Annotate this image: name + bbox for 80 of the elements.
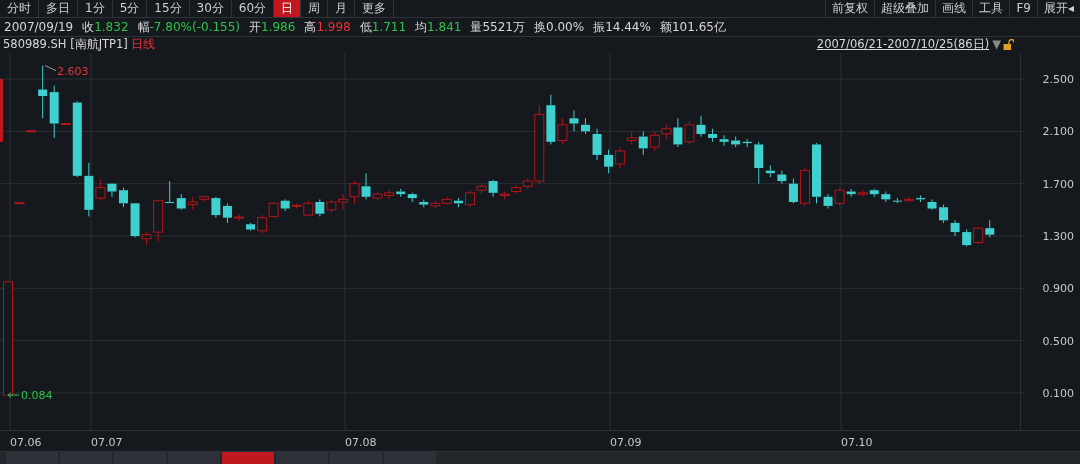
candle (222, 202, 232, 224)
quote-item: 量5521万 (470, 19, 525, 36)
candle (176, 193, 186, 211)
candle (0, 79, 3, 142)
candle (26, 129, 37, 134)
candle (927, 198, 937, 211)
candle (939, 204, 949, 224)
quote-item: 换0.00% (534, 19, 585, 36)
candle (396, 188, 406, 198)
date-range-link[interactable]: 2007/06/21-2007/10/25(86日) (816, 36, 990, 54)
y-axis-label: 2.100 (1042, 125, 1074, 139)
quote-date: 2007/09/19 (4, 19, 74, 36)
quote-item: 均1.841 (415, 19, 462, 36)
candle (384, 189, 395, 200)
dropdown-icon[interactable]: ▼ (992, 36, 1001, 54)
candle (731, 136, 741, 148)
candle (14, 201, 25, 205)
x-axis-label: 07.09 (610, 435, 642, 451)
candle (857, 189, 868, 198)
quote-item: 幅-7.80%(-0.155) (137, 19, 241, 36)
stock-symbol: 580989.SH [南航JTP1] (3, 36, 128, 54)
candle (812, 142, 821, 204)
candle (569, 109, 579, 132)
bottom-tab[interactable] (6, 452, 58, 464)
candle (407, 192, 417, 203)
candle (268, 201, 279, 219)
quote-item: 振14.44% (593, 19, 651, 36)
y-axis-label: 0.100 (1042, 387, 1074, 400)
candle (696, 115, 706, 138)
y-axis-label: 1.300 (1042, 230, 1074, 243)
candle (349, 180, 360, 204)
candle (973, 226, 984, 245)
candle (38, 65, 48, 119)
candle (985, 219, 995, 238)
bottom-tab[interactable] (60, 452, 112, 464)
y-axis-label: 0.900 (1042, 282, 1074, 296)
quote-item: 高1.998 (304, 19, 351, 36)
candle (419, 198, 429, 208)
quote-item: 额101.65亿 (659, 19, 726, 36)
y-axis-label: 1.700 (1042, 177, 1074, 191)
candle (326, 198, 337, 213)
quote-item: 开1.986 (249, 19, 296, 36)
x-axis-label: 07.06 (10, 435, 42, 451)
candle (915, 194, 925, 203)
y-axis-label: 2.500 (1042, 73, 1074, 87)
candle (581, 117, 590, 135)
candle (592, 128, 602, 161)
candle (441, 196, 452, 206)
candle (950, 219, 960, 237)
bottom-tab[interactable] (330, 452, 382, 464)
candle (315, 198, 325, 217)
candle (823, 193, 833, 210)
candle (453, 197, 463, 208)
y-axis-label: 0.500 (1042, 334, 1074, 348)
candle (430, 200, 441, 210)
candle (337, 193, 348, 211)
bottom-tab[interactable] (384, 452, 436, 464)
quote-item: 低1.711 (359, 19, 407, 36)
bottom-tab[interactable] (222, 452, 274, 464)
candle (234, 213, 244, 223)
quote-item: 收1.832 (82, 19, 129, 36)
candle (869, 188, 879, 198)
unlock-icon[interactable] (1003, 39, 1014, 51)
x-axis-label: 07.10 (841, 435, 873, 451)
period-label: 日线 (130, 36, 155, 54)
candle (684, 120, 695, 145)
bottom-tab[interactable] (276, 452, 328, 464)
x-axis-label: 07.08 (345, 435, 377, 451)
candle (708, 128, 718, 143)
period-tab[interactable]: 日 (274, 0, 302, 17)
bottom-tab[interactable] (114, 452, 166, 464)
candle (742, 138, 752, 148)
x-axis-label: 07.07 (91, 435, 123, 451)
candle (962, 228, 972, 247)
candle (719, 134, 729, 147)
candle (511, 184, 522, 195)
candle (119, 187, 128, 208)
candle (604, 149, 614, 174)
bottom-tab[interactable] (168, 452, 220, 464)
candle (649, 130, 660, 152)
